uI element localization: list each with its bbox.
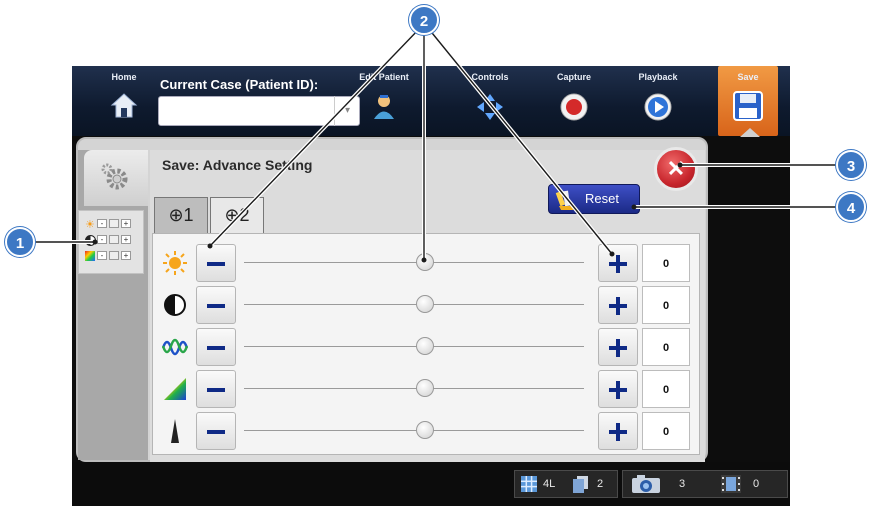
callout-4: 4 [836, 192, 866, 222]
callout-3: 3 [836, 150, 866, 180]
callout-1: 1 [5, 227, 35, 257]
callout-lines [34, 26, 836, 263]
callout-2: 2 [409, 5, 439, 35]
